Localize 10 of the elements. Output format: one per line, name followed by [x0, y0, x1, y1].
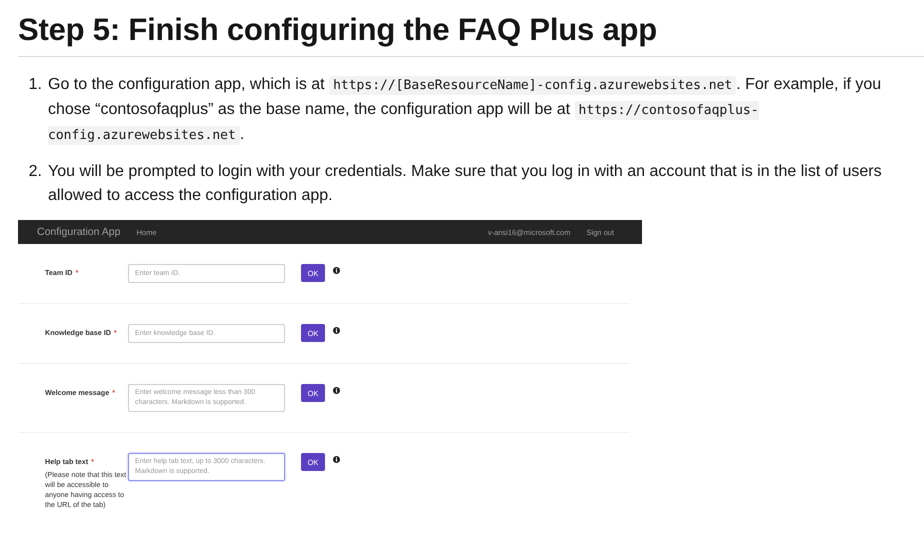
- app-brand[interactable]: Configuration App: [37, 226, 120, 238]
- step-number: 1.: [28, 75, 42, 95]
- info-icon[interactable]: [333, 267, 340, 274]
- info-icon[interactable]: [333, 456, 340, 463]
- step-text: You will be prompted to login with your credentials. Make sure that you log in with an account that is in the list of users allowed to access the configuration app.: [48, 162, 883, 206]
- info-icon[interactable]: [333, 387, 340, 394]
- step-number: 2.: [28, 162, 42, 182]
- info-icon[interactable]: [333, 327, 340, 334]
- page-heading: Step 5: Finish configuring the FAQ Plus app: [18, 10, 924, 57]
- step-text: Go to the configuration app, which is at https://[BaseResourceName]-config.azurewebsites.net . For example, if you chose “contosofaqplus” as the base name, the configuration app will be at https://contosofaqplus-config.azurewebsites.net .: [48, 75, 882, 147]
